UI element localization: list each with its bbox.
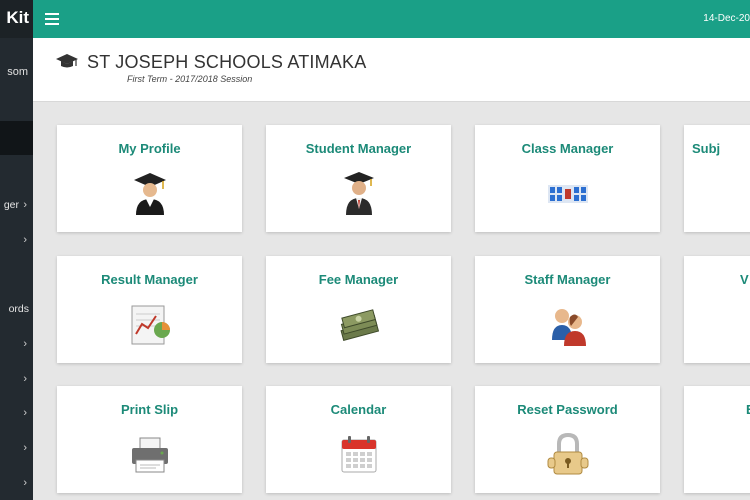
current-date: 14-Dec-20: [703, 13, 750, 24]
chevron-right-icon: ›: [23, 442, 27, 454]
chevron-right-icon: ›: [23, 338, 27, 350]
tile-view[interactable]: V: [684, 256, 750, 363]
school-name: ST JOSEPH SCHOOLS ATIMAKA: [87, 52, 367, 72]
tile-title: Student Manager: [305, 141, 412, 156]
tile-reset-password[interactable]: Reset Password: [475, 386, 660, 493]
calendar-icon: [335, 430, 383, 478]
sidebar-item-records[interactable]: ords: [0, 303, 33, 319]
tile-title: Staff Manager: [524, 272, 611, 287]
sidebar-item-7[interactable]: ›: [0, 442, 33, 458]
tile-result-manager[interactable]: Result Manager: [57, 256, 242, 363]
result-chart-icon: [126, 300, 174, 348]
sidebar-item-4[interactable]: ›: [0, 338, 33, 354]
tile-title: Result Manager: [101, 272, 198, 287]
chevron-right-icon: ›: [23, 407, 27, 419]
sidebar-item-5[interactable]: ›: [0, 373, 33, 389]
chevron-right-icon: ›: [23, 477, 27, 489]
tile-student-manager[interactable]: Student Manager: [266, 125, 451, 232]
chevron-right-icon: ›: [23, 234, 27, 246]
money-stack-icon: [335, 300, 383, 348]
sidebar-item-label: ords: [8, 303, 29, 315]
tile-title: Print Slip: [120, 402, 179, 417]
tile-title: My Profile: [118, 141, 181, 156]
staff-people-icon: [544, 300, 592, 348]
tile-e[interactable]: E: [684, 386, 750, 493]
tile-fee-manager[interactable]: Fee Manager: [266, 256, 451, 363]
tile-title: Calendar: [330, 402, 387, 417]
user-name: som: [7, 66, 28, 78]
sidebar: Kit som ger › › ords › › › › ›: [0, 0, 33, 500]
chevron-right-icon: ›: [23, 199, 27, 211]
sidebar-item-dashboard[interactable]: [0, 121, 33, 155]
padlock-icon: [544, 430, 592, 478]
tile-print-slip[interactable]: Print Slip: [57, 386, 242, 493]
sidebar-item-label: ger: [3, 199, 19, 211]
top-bar: 14-Dec-20: [33, 0, 750, 38]
graduate-student-icon: [126, 169, 174, 217]
sidebar-item-8[interactable]: ›: [0, 477, 33, 493]
tile-class-manager[interactable]: Class Manager: [475, 125, 660, 232]
sidebar-item-2[interactable]: ›: [0, 234, 33, 250]
tile-title: Subj: [692, 141, 721, 156]
tile-title: Fee Manager: [318, 272, 399, 287]
sidebar-item-manager[interactable]: ger ›: [0, 199, 33, 215]
tile-title: E: [746, 402, 750, 417]
graduate-suit-icon: [335, 169, 383, 217]
graduation-cap-icon: [55, 53, 79, 71]
brand-name: Kit: [6, 8, 29, 27]
printer-icon: [126, 430, 174, 478]
sidebar-item-6[interactable]: ›: [0, 407, 33, 423]
chevron-right-icon: ›: [23, 373, 27, 385]
classroom-icon: [544, 169, 592, 217]
tile-subject-manager[interactable]: Subj: [684, 125, 750, 232]
tile-staff-manager[interactable]: Staff Manager: [475, 256, 660, 363]
school-header: ST JOSEPH SCHOOLS ATIMAKA First Term - 2…: [33, 38, 750, 102]
session-label: First Term - 2017/2018 Session: [127, 74, 253, 84]
hamburger-icon[interactable]: [45, 13, 59, 25]
tile-my-profile[interactable]: My Profile: [57, 125, 242, 232]
sidebar-brand[interactable]: Kit: [0, 0, 33, 38]
tile-calendar[interactable]: Calendar: [266, 386, 451, 493]
tile-title: Class Manager: [521, 141, 614, 156]
tile-title: Reset Password: [517, 402, 618, 417]
tile-title: V: [740, 272, 749, 287]
